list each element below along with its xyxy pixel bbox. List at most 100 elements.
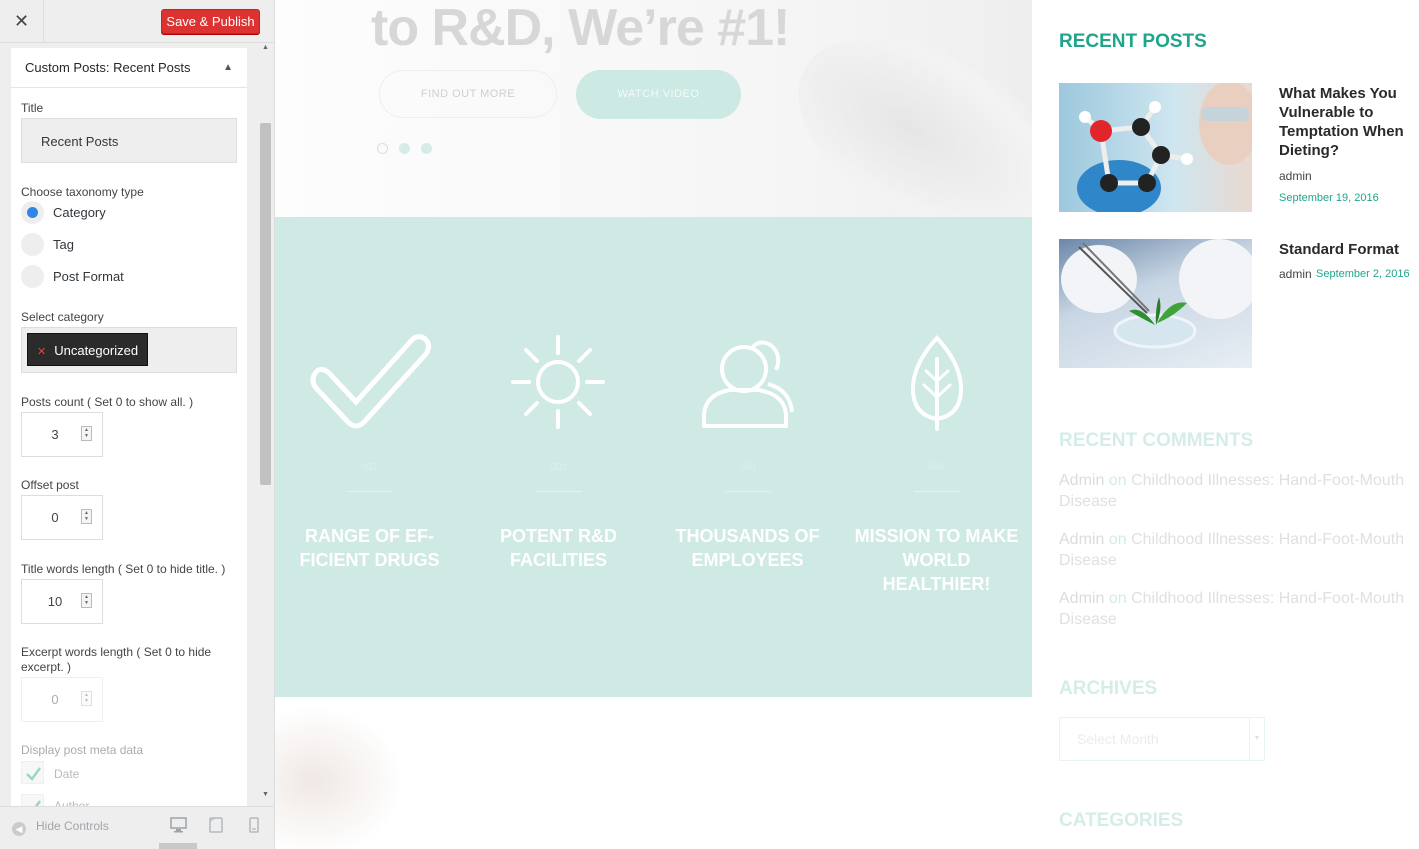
select-category-label: Select category [21,310,104,324]
customizer-scrollbar[interactable]: ▲ ▼ [258,43,274,806]
comment-item: Admin on Childhood Illnesses: Hand-Foot-… [1059,470,1419,512]
title-words-value: 10 [47,594,63,609]
mobile-icon[interactable] [249,817,259,833]
feature-title: RANGE OF EF-FICIENT DRUGS [299,526,440,570]
offset-value: 0 [51,510,59,525]
petri-dish-image [1061,239,1252,349]
categories-title: CATEGORIES [1059,810,1184,831]
feature-divider [347,491,393,492]
slider-dot-3[interactable] [421,143,432,154]
person-image [275,706,405,849]
slider-dot-1[interactable] [377,143,388,154]
widget-section-header[interactable]: Custom Posts: Recent Posts ▲ [11,48,247,88]
comment-on: on [1108,472,1127,489]
title-input[interactable]: Recent Posts [21,118,237,163]
spinner-icon[interactable]: ▲ ▼ [81,691,92,706]
radio-label: Category [53,205,106,220]
active-device-indicator [159,843,197,849]
hero-title: to R&D, We’re #1! [371,0,790,57]
section-prefix: Custom Posts: [25,60,110,75]
find-out-more-button[interactable]: FIND OUT MORE [379,70,557,118]
title-words-label: Title words length ( Set 0 to hide title… [21,562,226,576]
feature-number: 002 [550,462,567,473]
meta-data-label: Display post meta data [21,743,144,757]
posts-count-stepper[interactable]: 3 ▲ ▼ [21,412,103,457]
category-select[interactable]: ✕ Uncategorized [21,327,237,373]
comment-item: Admin on Childhood Illnesses: Hand-Foot-… [1059,588,1419,630]
radio-button[interactable] [21,233,44,256]
spinner-icon[interactable]: ▲ ▼ [81,426,92,441]
feature-number: 004 [928,462,945,473]
archives-dropdown-value: Select Month [1077,731,1159,747]
comment-author[interactable]: Admin [1059,590,1104,607]
section-name: Recent Posts [113,60,191,75]
remove-chip-icon[interactable]: ✕ [37,346,46,358]
check-icon [310,334,432,429]
feature-card-1: 001 RANGE OF EF-FICIENT DRUGS [275,217,464,697]
scroll-up-arrow-icon[interactable]: ▲ [262,44,269,51]
post-date[interactable]: September 19, 2016 [1279,192,1379,204]
post-thumbnail-molecule[interactable] [1059,83,1252,212]
taxonomy-label: Choose taxonomy type [21,185,144,199]
post-thumbnail-plant[interactable] [1059,239,1252,368]
post-title-link[interactable]: What Makes You Vulnerable to Temptation … [1279,84,1419,160]
archives-title: ARCHIVES [1059,678,1158,699]
tablet-icon[interactable] [209,817,223,833]
feature-divider [536,491,582,492]
radio-label: Post Format [53,269,124,284]
post-author[interactable]: admin [1279,267,1312,281]
hide-controls-button[interactable]: ◀ Hide Controls [12,819,109,836]
scrollbar-thumb[interactable] [260,123,271,485]
feature-divider [725,491,771,492]
customizer-sidebar: ✕ Save & Publish Custom Posts: Recent Po… [0,0,275,849]
offset-stepper[interactable]: 0 ▲ ▼ [21,495,103,540]
post-title-link[interactable]: Standard Format [1279,240,1419,259]
comment-author[interactable]: Admin [1059,472,1104,489]
radio-button[interactable] [21,265,44,288]
collapse-left-icon: ◀ [12,822,26,836]
hero-slider: to R&D, We’re #1! FIND OUT MORE WATCH VI… [275,0,1032,217]
leaf-icon [910,335,964,431]
post-author[interactable]: admin [1279,169,1312,183]
category-chip: ✕ Uncategorized [27,333,149,366]
desktop-icon[interactable] [170,817,187,833]
spinner-icon[interactable]: ▲ ▼ [81,593,92,608]
radio-label: Tag [53,237,74,252]
feature-card-2: 002 POTENT R&D FACILITIES [464,217,653,697]
recent-comments-title: RECENT COMMENTS [1059,430,1254,451]
post-date[interactable]: September 2, 2016 [1316,268,1410,280]
slider-dot-2[interactable] [399,143,410,154]
scroll-down-arrow-icon[interactable]: ▼ [262,791,269,798]
collapse-arrow-icon[interactable]: ▲ [223,48,233,88]
checkmark-icon [26,767,42,781]
feature-card-3: 003 THOUSANDS OF EMPLOYEES [653,217,842,697]
feature-number: 003 [739,462,756,473]
offset-label: Offset post [21,478,79,492]
watch-video-button[interactable]: WATCH VIDEO [576,70,741,119]
archives-dropdown[interactable]: Select Month ▼ [1059,717,1265,761]
comment-item: Admin on Childhood Illnesses: Hand-Foot-… [1059,529,1419,571]
site-preview: to R&D, We’re #1! FIND OUT MORE WATCH VI… [275,0,1419,849]
radio-button[interactable] [21,201,44,224]
close-customizer-button[interactable]: ✕ [0,0,44,42]
comment-author[interactable]: Admin [1059,531,1104,548]
spinner-icon[interactable]: ▲ ▼ [81,509,92,524]
feature-title: THOUSANDS OF EMPLOYEES [675,526,820,570]
chevron-down-icon: ▼ [1249,718,1264,760]
category-chip-label: Uncategorized [54,343,139,358]
user-icon [702,340,794,428]
features-section: 001 RANGE OF EF-FICIENT DRUGS 002 POTENT… [275,217,1032,697]
date-checkbox[interactable] [21,761,44,784]
comment-on: on [1108,531,1127,548]
title-label: Title [21,101,44,115]
feature-card-4: 004 MISSION TO MAKE WORLD HEALTHIER! [842,217,1031,697]
feature-number: 001 [361,462,378,473]
customizer-footer: ◀ Hide Controls [0,806,274,849]
comment-on: on [1108,590,1127,607]
excerpt-words-stepper[interactable]: 0 ▲ ▼ [21,677,103,722]
hide-controls-label: Hide Controls [36,819,109,833]
title-words-stepper[interactable]: 10 ▲ ▼ [21,579,103,624]
customizer-header: ✕ Save & Publish [0,0,274,43]
save-publish-button[interactable]: Save & Publish [161,9,260,34]
recent-posts-title: RECENT POSTS [1059,31,1207,52]
